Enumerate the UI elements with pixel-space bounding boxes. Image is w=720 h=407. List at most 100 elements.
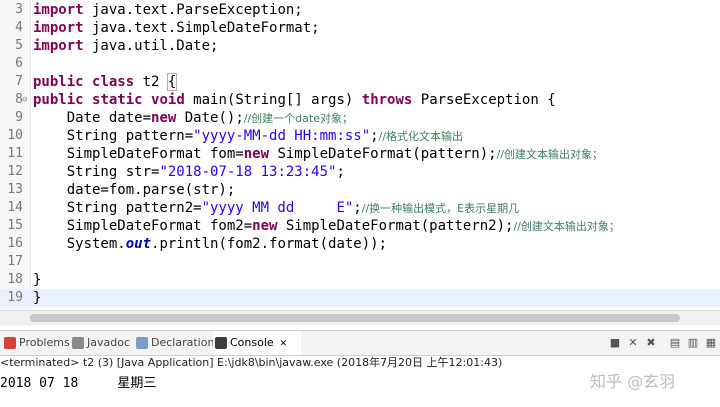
code-text[interactable]: public static void main(String[] args) t… [33,91,556,109]
keyword: throws [361,92,413,108]
line-number: 16 [7,236,23,251]
code-line[interactable]: 5 import java.util.Date; [0,37,720,55]
string-literal: "2018-07-18 13:23:45" [159,164,337,180]
code-text[interactable]: } [33,289,41,307]
code-token: String str= [33,164,160,180]
code-token: ParseException { [412,92,556,108]
comment: //换一种输出模式，E表示星期几 [361,202,520,215]
comment: //创建文本输出对象； [513,220,620,233]
code-token: String pattern2= [33,200,202,216]
tab-label: Javadoc [87,336,130,349]
code-token: .println(fom2.format(date)); [151,236,388,252]
keyword: import [33,20,84,36]
code-line[interactable]: 17 [0,253,720,271]
string-literal: "yyyy-MM-dd HH:mm:ss" [193,128,371,144]
comment: //格式化文本输出 [378,130,464,143]
tab-console[interactable]: Console ✕ [213,331,301,355]
line-number: 7 [15,74,23,89]
code-line[interactable]: 13 date=fom.parse(str); [0,181,720,199]
javadoc-icon [72,337,84,349]
line-number: 8 [15,92,23,107]
line-number: 13 [7,182,23,197]
declaration-icon [136,337,148,349]
line-number: 14 [7,200,23,215]
remove-launch-icon[interactable]: ✕ [626,336,640,350]
code-line[interactable]: 14 String pattern2="yyyy MM dd E";//换一种输… [0,199,720,217]
code-line[interactable]: 9 Date date=new Date();//创建一个date对象； [0,109,720,127]
code-text[interactable]: public class t2 { [33,73,178,91]
console-output[interactable]: 2018 07 18 星期三 [0,372,156,391]
tab-label: Console [230,336,274,349]
keyword: new [243,146,270,162]
code-line[interactable]: 11 SimpleDateFormat fom=new SimpleDateFo… [0,145,720,163]
code-line[interactable]: 10 String pattern="yyyy-MM-dd HH:mm:ss";… [0,127,720,145]
code-token: SimpleDateFormat fom= [33,146,244,162]
scrollbar-thumb[interactable] [30,314,680,322]
code-text[interactable]: System.out.println(fom2.format(date)); [33,235,387,253]
tab-problems[interactable]: Problems [2,331,70,355]
code-line[interactable]: 15 SimpleDateFormat fom2=new SimpleDateF… [0,217,720,235]
code-token: Date(); [176,110,244,126]
code-token: } [33,272,42,288]
code-token: ; [336,164,345,180]
code-token: java.text.ParseException; [83,2,303,18]
code-line[interactable]: 7 public class t2 { [0,73,720,91]
code-line[interactable]: 3 import java.text.ParseException; [0,1,720,19]
remove-all-icon[interactable]: ✖ [644,336,658,350]
code-text[interactable]: import java.text.SimpleDateFormat; [33,19,320,37]
tab-declaration[interactable]: Declaration [134,331,215,355]
code-token: System. [33,236,126,252]
field: out [125,236,152,252]
stop-icon[interactable]: ■ [608,336,622,350]
line-number: 12 [7,164,23,179]
code-token: java.util.Date; [83,38,219,54]
horizontal-scrollbar[interactable] [0,310,720,325]
code-line[interactable]: 6 [0,55,720,73]
keyword: public [33,74,84,90]
code-token: String pattern= [33,128,194,144]
comment: //创建一个date对象； [243,112,353,125]
code-line[interactable]: 18} [0,271,720,289]
code-line[interactable]: 16 System.out.println(fom2.format(date))… [0,235,720,253]
code-text[interactable]: String pattern2="yyyy MM dd E";//换一种输出模式… [33,199,519,218]
code-text[interactable]: date=fom.parse(str); [33,181,236,199]
problems-icon [4,337,16,349]
keyword: new [252,218,278,234]
code-text[interactable]: String pattern="yyyy-MM-dd HH:mm:ss";//格… [33,127,463,146]
code-token: SimpleDateFormat fom2= [33,218,253,234]
close-icon[interactable]: ✕ [280,339,288,349]
comment: //创建文本输出对象； [496,148,604,161]
keyword: new [151,110,177,126]
tab-javadoc[interactable]: Javadoc [70,331,132,355]
line-number: 9 [15,110,23,125]
console-icon [215,337,227,349]
code-line[interactable]: 12 String str="2018-07-18 13:23:45"; [0,163,720,181]
keyword: import [33,2,84,18]
code-text[interactable]: Date date=new Date();//创建一个date对象； [33,109,353,128]
scroll-lock-icon[interactable]: ▥ [686,336,700,350]
keyword: public [33,92,84,108]
code-line[interactable]: 8 ⊖ public static void main(String[] args)… [0,91,720,109]
tab-label: Declaration [151,336,215,349]
code-line[interactable]: 4 import java.text.SimpleDateFormat; [0,19,720,37]
code-token: ; [353,200,362,216]
line-number: 18 [7,272,23,287]
fold-toggle-icon[interactable]: ⊖ [22,91,27,109]
line-number: 6 [15,56,23,71]
clear-console-icon[interactable]: ▤ [668,336,682,350]
code-editor[interactable]: 3 import java.text.ParseException; 4 import… [0,0,720,326]
code-text[interactable]: import java.util.Date; [33,37,218,55]
code-token: t2 [134,74,168,90]
code-token: main(String[] args) [184,92,362,108]
code-token: Date date= [33,110,152,126]
pin-console-icon[interactable]: ▦ [704,336,718,350]
code-text[interactable]: SimpleDateFormat fom2=new SimpleDateForm… [33,217,620,236]
code-line[interactable]: 19} [0,289,720,307]
code-text[interactable]: import java.text.ParseException; [33,1,303,19]
code-text[interactable]: } [33,271,41,289]
line-number: 10 [7,128,23,143]
code-text[interactable]: String str="2018-07-18 13:23:45"; [33,163,345,181]
code-text[interactable]: SimpleDateFormat fom=new SimpleDateForma… [33,145,603,164]
watermark: 知乎 @玄羽 [590,372,676,391]
